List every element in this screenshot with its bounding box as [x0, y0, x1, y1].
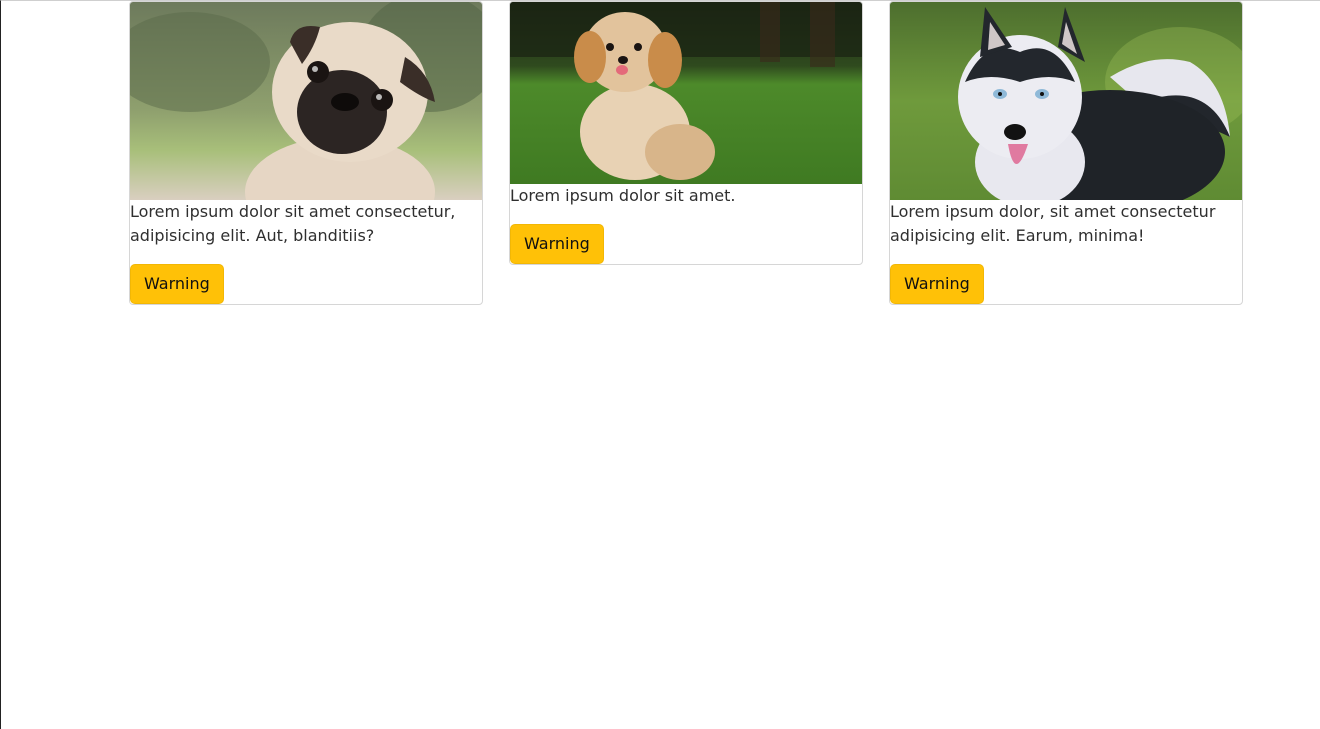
warning-button[interactable]: Warning	[890, 264, 984, 304]
card-image-puppy	[510, 2, 862, 184]
card-image-husky	[890, 2, 1242, 200]
card-image-pug	[130, 2, 482, 200]
card-puppy: Lorem ipsum dolor sit amet. Warning	[509, 1, 863, 265]
card-pug: Lorem ipsum dolor sit amet consectetur, …	[129, 1, 483, 305]
card-text: Lorem ipsum dolor sit amet consectetur, …	[130, 202, 456, 245]
card-text: Lorem ipsum dolor, sit amet consectetur …	[890, 202, 1216, 245]
card-text: Lorem ipsum dolor sit amet.	[510, 186, 736, 205]
card-husky: Lorem ipsum dolor, sit amet consectetur …	[889, 1, 1243, 305]
warning-button[interactable]: Warning	[510, 224, 604, 264]
warning-button[interactable]: Warning	[130, 264, 224, 304]
